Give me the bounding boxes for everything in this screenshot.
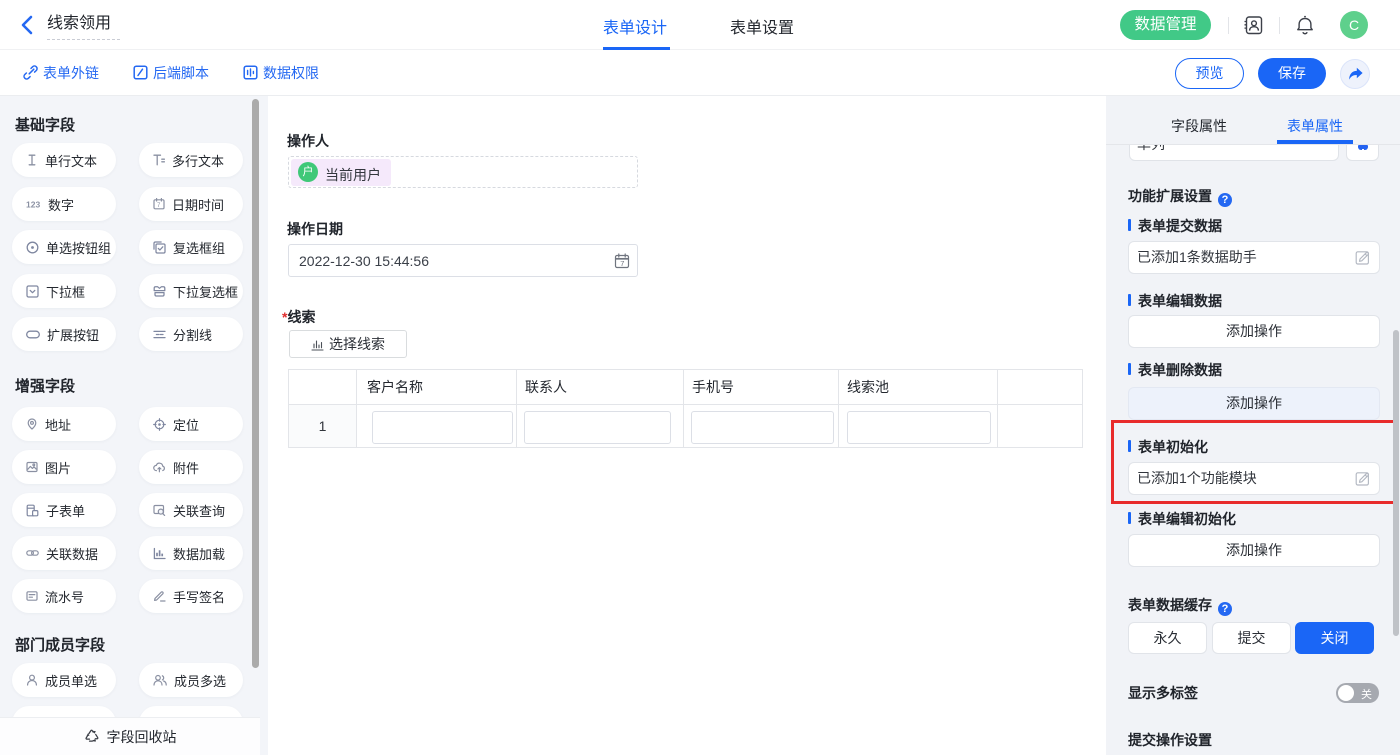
svg-text:123: 123	[26, 200, 40, 210]
svg-text:7: 7	[620, 259, 624, 268]
